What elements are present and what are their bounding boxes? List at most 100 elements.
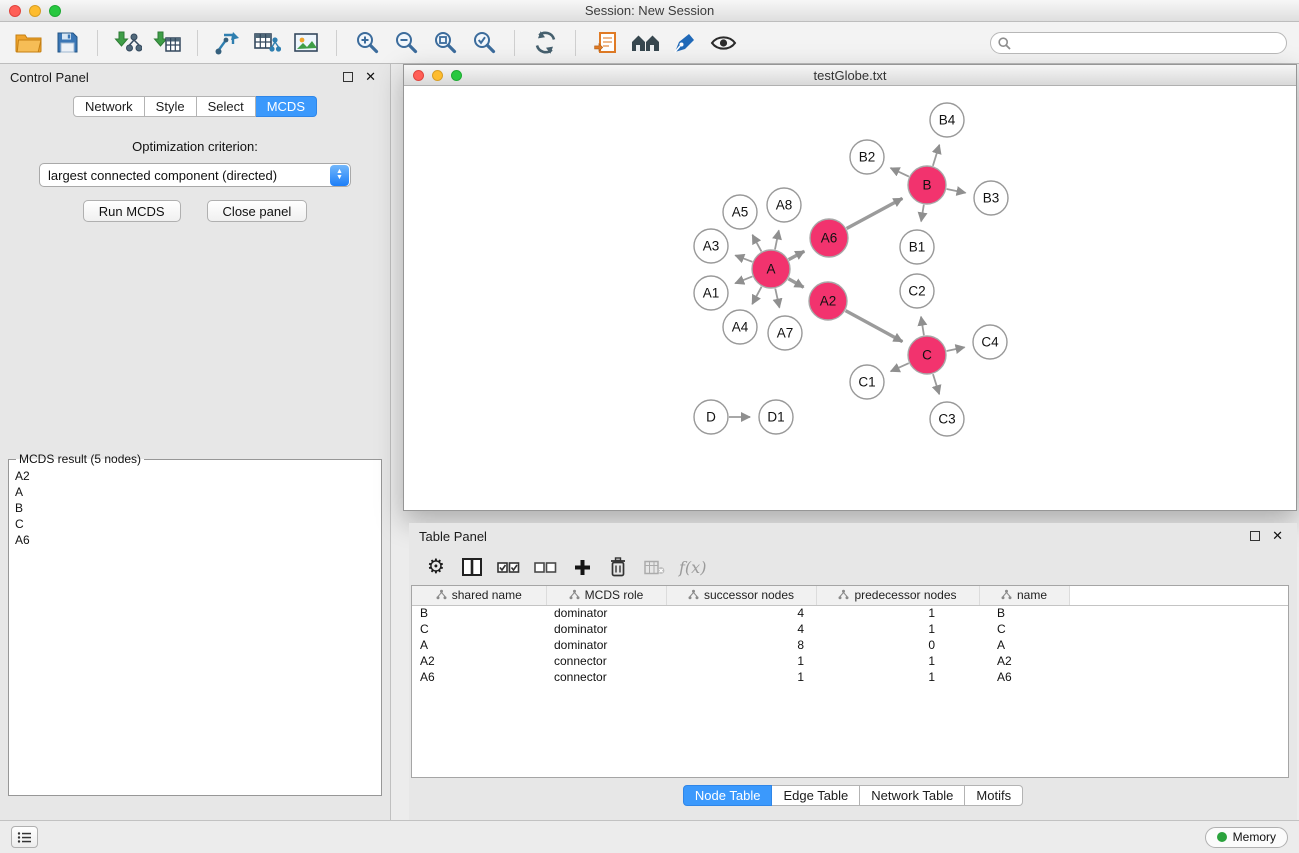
table-row[interactable]: Bdominator41B [412, 605, 1288, 621]
table-tab-edge-table[interactable]: Edge Table [772, 785, 860, 806]
network-zoom-button[interactable] [451, 70, 462, 81]
float-panel-icon[interactable] [343, 72, 353, 82]
import-network-icon[interactable] [112, 27, 144, 59]
run-mcds-button[interactable]: Run MCDS [83, 200, 181, 222]
node-A3[interactable]: A3 [694, 229, 728, 263]
tab-style[interactable]: Style [145, 96, 197, 117]
node-A7[interactable]: A7 [768, 316, 802, 350]
close-panel-icon[interactable]: ✕ [365, 72, 376, 82]
select-all-columns-icon[interactable] [497, 560, 520, 575]
clone-network-icon[interactable] [251, 27, 283, 59]
node-C2[interactable]: C2 [900, 274, 934, 308]
node-C[interactable]: C [908, 336, 946, 374]
table-tab-motifs[interactable]: Motifs [965, 785, 1023, 806]
node-C1[interactable]: C1 [850, 365, 884, 399]
edge-A6-B[interactable] [847, 198, 903, 228]
open-file-icon[interactable] [12, 27, 44, 59]
delete-row-trash-icon[interactable] [607, 557, 629, 577]
edge-A-A5[interactable] [752, 235, 761, 252]
node-B2[interactable]: B2 [850, 140, 884, 174]
edge-B-B1[interactable] [921, 205, 924, 222]
mcds-result-item[interactable]: A2 [12, 468, 378, 484]
zoom-fit-icon[interactable] [429, 27, 461, 59]
close-table-panel-icon[interactable]: ✕ [1272, 531, 1283, 541]
mcds-result-item[interactable]: C [12, 516, 378, 532]
unselect-all-columns-icon[interactable] [534, 560, 557, 575]
close-window-button[interactable] [9, 5, 21, 17]
tab-network[interactable]: Network [73, 96, 145, 117]
node-A1[interactable]: A1 [694, 276, 728, 310]
network-snapshot-icon[interactable] [590, 27, 622, 59]
table-row[interactable]: A6connector11A6 [412, 669, 1288, 685]
node-B1[interactable]: B1 [900, 230, 934, 264]
edge-C-C2[interactable] [921, 317, 924, 336]
network-close-button[interactable] [413, 70, 424, 81]
node-C4[interactable]: C4 [973, 325, 1007, 359]
table-settings-gear-icon[interactable]: ⚙ [425, 557, 447, 577]
table-row[interactable]: A2connector11A2 [412, 653, 1288, 669]
mcds-result-item[interactable]: A [12, 484, 378, 500]
table-tab-network-table[interactable]: Network Table [860, 785, 965, 806]
node-A2[interactable]: A2 [809, 282, 847, 320]
table-tab-node-table[interactable]: Node Table [683, 785, 773, 806]
node-A[interactable]: A [752, 250, 790, 288]
annotations-icon[interactable] [668, 27, 700, 59]
node-A4[interactable]: A4 [723, 310, 757, 344]
column-header-successor-nodes[interactable]: successor nodes [666, 586, 816, 605]
close-panel-button[interactable]: Close panel [207, 200, 308, 222]
toggle-visibility-icon[interactable] [707, 27, 739, 59]
memory-button[interactable]: Memory [1205, 827, 1288, 848]
zoom-selected-icon[interactable] [468, 27, 500, 59]
edge-A-A6[interactable] [789, 251, 805, 259]
node-C3[interactable]: C3 [930, 402, 964, 436]
edge-B-B2[interactable] [891, 168, 909, 177]
task-history-button[interactable] [11, 826, 38, 848]
node-B[interactable]: B [908, 166, 946, 204]
network-window-titlebar[interactable]: testGlobe.txt [404, 65, 1296, 86]
column-header-predecessor-nodes[interactable]: predecessor nodes [816, 586, 979, 605]
apply-layout-icon[interactable] [529, 27, 561, 59]
network-minimize-button[interactable] [432, 70, 443, 81]
zoom-out-icon[interactable] [390, 27, 422, 59]
edge-A-A4[interactable] [752, 287, 761, 304]
mcds-result-item[interactable]: A6 [12, 532, 378, 548]
node-B3[interactable]: B3 [974, 181, 1008, 215]
edge-A-A2[interactable] [788, 279, 803, 288]
show-columns-icon[interactable] [461, 558, 483, 576]
save-session-icon[interactable] [51, 27, 83, 59]
tab-select[interactable]: Select [197, 96, 256, 117]
edge-B-B3[interactable] [947, 189, 966, 193]
search-input[interactable] [990, 32, 1287, 54]
edge-A-A8[interactable] [775, 230, 779, 249]
edge-C-C1[interactable] [891, 363, 909, 371]
zoom-in-icon[interactable] [351, 27, 383, 59]
edge-C-C3[interactable] [933, 374, 939, 394]
tab-mcds[interactable]: MCDS [256, 96, 317, 117]
new-network-icon[interactable] [212, 27, 244, 59]
overview-icon[interactable] [629, 27, 661, 59]
minimize-window-button[interactable] [29, 5, 41, 17]
criterion-dropdown[interactable]: largest connected component (directed) ▲… [39, 163, 351, 187]
column-header-mcds-role[interactable]: MCDS role [546, 586, 666, 605]
import-table-icon[interactable] [151, 27, 183, 59]
create-column-icon[interactable] [571, 559, 593, 576]
table-row[interactable]: Cdominator41C [412, 621, 1288, 637]
node-D1[interactable]: D1 [759, 400, 793, 434]
edge-A2-C[interactable] [846, 311, 903, 342]
node-A6[interactable]: A6 [810, 219, 848, 257]
column-header-name[interactable]: name [979, 586, 1069, 605]
edge-C-C4[interactable] [947, 347, 965, 351]
mcds-result-item[interactable]: B [12, 500, 378, 516]
float-table-panel-icon[interactable] [1250, 531, 1260, 541]
edge-A-A3[interactable] [735, 255, 752, 262]
edge-A-A1[interactable] [735, 276, 752, 283]
edge-B-B4[interactable] [933, 145, 939, 166]
export-image-icon[interactable] [290, 27, 322, 59]
network-graph-svg[interactable]: B4B2BB3A5A8A6A3B1AC2A1A2A4A7C4CC1C3DD1 [404, 86, 1296, 510]
node-B4[interactable]: B4 [930, 103, 964, 137]
zoom-window-button[interactable] [49, 5, 61, 17]
node-A5[interactable]: A5 [723, 195, 757, 229]
table-row[interactable]: Adominator80A [412, 637, 1288, 653]
column-header-shared-name[interactable]: shared name [412, 586, 546, 605]
network-canvas[interactable]: B4B2BB3A5A8A6A3B1AC2A1A2A4A7C4CC1C3DD1 [404, 86, 1296, 510]
